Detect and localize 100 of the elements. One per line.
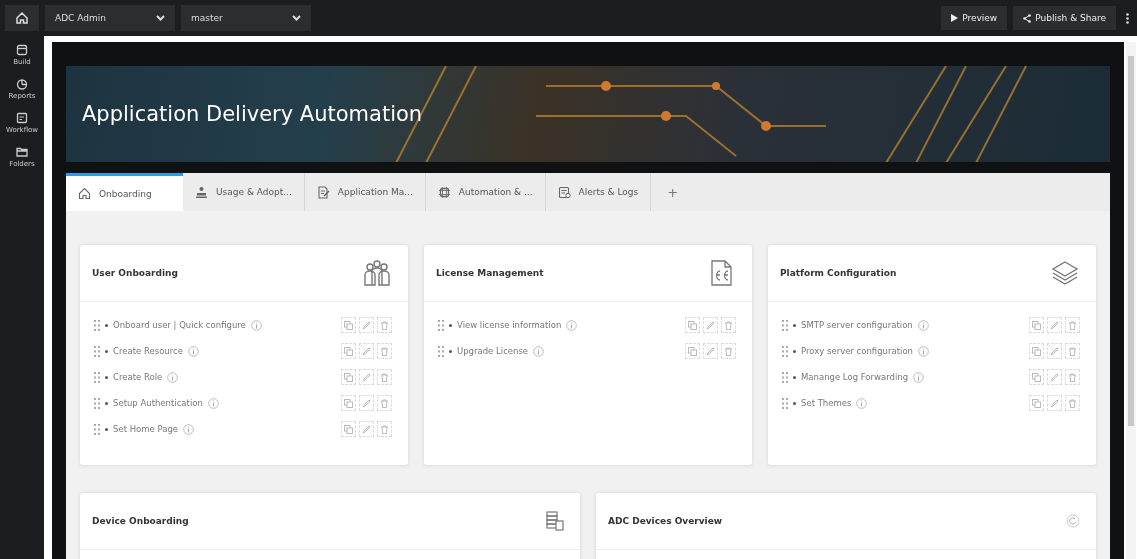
info-icon[interactable] [566,319,578,331]
edit-button[interactable] [359,395,374,411]
drag-handle-icon[interactable] [94,319,100,331]
copy-button[interactable] [1029,343,1044,359]
info-icon[interactable] [533,345,545,357]
dashboard-title: Application Delivery Automation [82,102,423,126]
info-icon[interactable] [167,371,179,383]
info-icon[interactable] [856,397,868,409]
delete-button[interactable] [1065,369,1080,385]
dashboard-tab[interactable]: Onboarding [66,173,183,211]
drag-handle-icon[interactable] [782,345,788,357]
copy-button[interactable] [341,421,356,437]
bullet-icon [793,323,796,327]
preview-button[interactable]: Preview [941,6,1008,30]
add-tab-button[interactable]: + [651,173,695,211]
edit-button[interactable] [359,343,374,359]
task-link[interactable]: Manange Log Forwarding [801,372,909,382]
task-link[interactable]: Create Role [113,372,163,382]
copy-button[interactable] [341,369,356,385]
copy-button[interactable] [1029,317,1044,333]
trash-icon [380,346,389,356]
task-link[interactable]: SMTP server configuration [801,320,913,330]
delete-button[interactable] [721,317,736,333]
pencil-icon [362,320,371,330]
drag-handle-icon[interactable] [438,319,444,331]
copy-button[interactable] [341,395,356,411]
task-link[interactable]: Set Home Page [113,424,179,434]
pencil-icon [706,320,715,330]
pencil-icon [362,398,371,408]
delete-button[interactable] [377,343,392,359]
info-icon[interactable] [913,371,925,383]
task-link[interactable]: Set Themes [801,398,852,408]
drag-handle-icon[interactable] [782,371,788,383]
trash-icon [380,398,389,408]
delete-button[interactable] [1065,343,1080,359]
edit-button[interactable] [1047,369,1062,385]
copy-icon [688,320,697,330]
copy-button[interactable] [341,317,356,333]
home-icon [78,187,91,200]
edit-button[interactable] [703,343,718,359]
drag-handle-icon[interactable] [94,423,100,435]
delete-button[interactable] [377,369,392,385]
copy-icon [1032,398,1041,408]
info-icon[interactable] [918,345,929,357]
drag-handle-icon[interactable] [94,397,100,409]
copy-icon [344,424,353,434]
delete-button[interactable] [377,421,392,437]
copy-button[interactable] [685,317,700,333]
task-link[interactable]: Upgrade License [457,346,529,356]
document-icon [557,185,571,199]
refresh-icon[interactable] [1066,514,1080,528]
edit-button[interactable] [703,317,718,333]
layers-icon [1050,258,1080,288]
delete-button[interactable] [1065,395,1080,411]
task-link[interactable]: Onboard user | Quick configure [113,320,246,330]
drag-handle-icon[interactable] [782,319,788,331]
card-title: Platform Configuration [780,268,897,278]
info-icon[interactable] [917,319,929,331]
delete-button[interactable] [1065,317,1080,333]
info-icon[interactable] [250,319,262,331]
trash-icon [1068,320,1077,330]
bullet-icon [105,427,108,431]
delete-button[interactable] [377,317,392,333]
drag-handle-icon[interactable] [782,397,788,409]
edit-button[interactable] [359,317,374,333]
edit-button[interactable] [1047,395,1062,411]
copy-icon [1032,346,1041,356]
copy-button[interactable] [1029,369,1044,385]
task-link[interactable]: Proxy server configuration [801,346,913,356]
branch-dropdown[interactable]: master [181,5,311,31]
edit-button[interactable] [359,369,374,385]
copy-icon [344,372,353,382]
copy-icon [1032,372,1041,382]
share-icon [1023,13,1032,23]
task-link[interactable]: Create Resource [113,346,183,356]
more-options-icon[interactable] [1126,12,1129,24]
delete-button[interactable] [377,395,392,411]
share-button[interactable]: Publish & Share [1013,6,1116,30]
drag-handle-icon[interactable] [438,345,444,357]
home-button[interactable] [5,5,39,31]
edit-button[interactable] [1047,343,1062,359]
copy-button[interactable] [341,343,356,359]
edit-button[interactable] [359,421,374,437]
app-dropdown[interactable]: ADC Admin [45,5,175,31]
document-edit-icon [316,185,330,199]
edit-button[interactable] [1047,317,1062,333]
info-icon[interactable] [207,397,219,409]
task-link[interactable]: View license information [457,320,562,330]
drag-handle-icon[interactable] [94,371,100,383]
task-link[interactable]: Setup Authentication [113,398,203,408]
info-icon[interactable] [187,345,199,357]
copy-button[interactable] [1029,395,1044,411]
copy-icon [344,398,353,408]
drag-handle-icon[interactable] [94,345,100,357]
play-icon [951,14,959,22]
copy-button[interactable] [685,343,700,359]
delete-button[interactable] [721,343,736,359]
info-icon[interactable] [183,423,195,435]
form-icon [16,112,28,124]
chevron-down-icon [292,15,301,21]
